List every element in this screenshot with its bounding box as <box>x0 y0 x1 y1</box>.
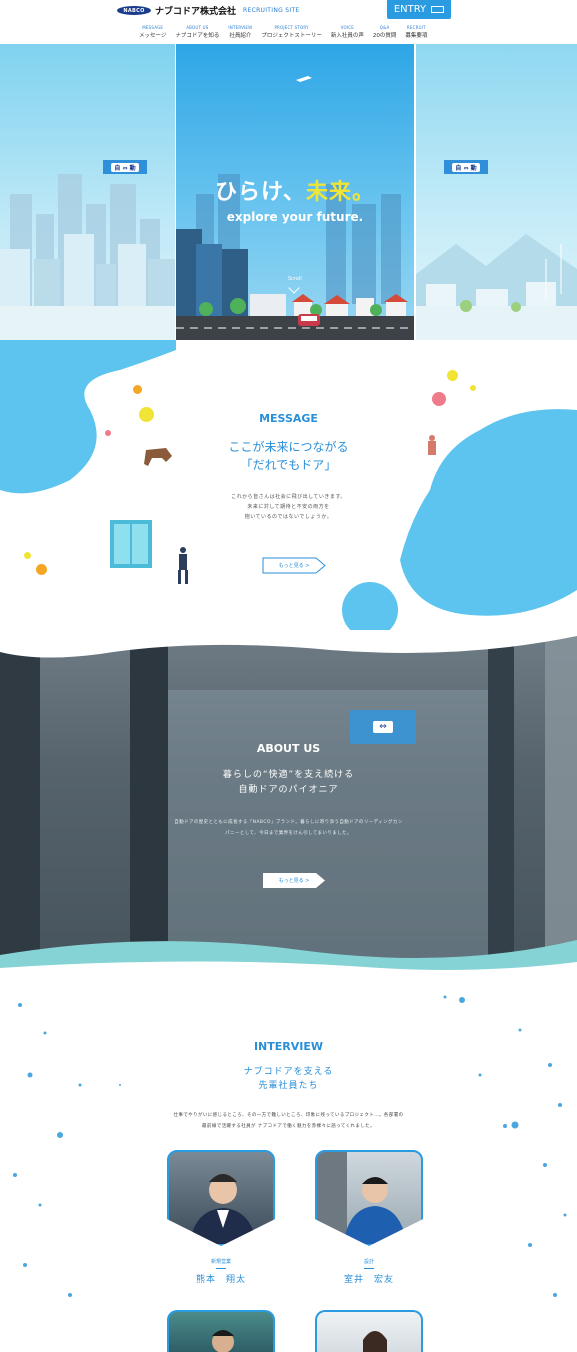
decor-dot <box>470 385 476 391</box>
about-body-line: 自動ドアの歴史とともに成長する「NABCO」ブランド。暮らしに寄り添う自動ドアの… <box>174 820 403 825</box>
entry-label: ENTRY <box>393 4 427 15</box>
nav-en-label: ABOUT US <box>186 25 209 30</box>
interview-body-line: 仕事でやりがいに感じるところ、その一方で難しいところ、印象に残っているプロジェク… <box>173 1113 404 1118</box>
door-sign-left: 自 ⇔ 動 <box>103 160 147 174</box>
divider <box>216 1268 226 1269</box>
decorative-sparkles <box>13 995 567 1297</box>
door-sign-text: 自 ⇔ 動 <box>452 162 480 172</box>
about-catch-line: 自動ドアのパイオニア <box>238 785 339 795</box>
about-catch: 暮らしの“快適”を支え続ける 自動ドアのパイオニア <box>0 768 577 798</box>
interview-catch-line: ナブコドアを支える <box>243 1067 334 1077</box>
entry-button[interactable]: ENTRY <box>387 0 451 19</box>
nav-item-interview[interactable]: INTERVIEW 社員紹介 <box>228 25 252 39</box>
nav-en-label: INTERVIEW <box>228 25 253 30</box>
person-department: 設計 <box>363 1259 374 1265</box>
portrait-photo <box>212 1330 234 1352</box>
nav-item-qa[interactable]: Q&A 20の質問 <box>373 25 397 39</box>
nav-en-label: MESSAGE <box>142 25 164 30</box>
airplane-icon <box>296 76 312 82</box>
nav-jp-label: プロジェクトストーリー <box>261 33 322 39</box>
hero-panel-left: 自 ⇔ 動 <box>0 44 175 340</box>
about-waves <box>0 630 577 975</box>
nav-item-message[interactable]: MESSAGE メッセージ <box>139 25 166 39</box>
nav-en-label: Q&A <box>379 25 390 30</box>
about-body: 自動ドアの歴史とともに成長する「NABCO」ブランド。暮らしに寄り添う自動ドアの… <box>0 817 577 839</box>
nav-jp-label: メッセージ <box>139 33 167 39</box>
interview-card-third[interactable] <box>167 1310 275 1352</box>
hero-section: 自 ⇔ 動 自 ⇔ 動 ひらけ、未来。 explore your future.… <box>0 44 577 340</box>
nav-jp-label: ナブコドアを知る <box>175 33 220 39</box>
city-illustration-left <box>0 174 175 340</box>
nav-en-label: RECRUIT <box>406 25 426 30</box>
decor-dot <box>432 392 446 406</box>
hero-title-accent: 未来。 <box>305 180 375 205</box>
about-heading: ABOUT US <box>256 742 321 755</box>
door-icon <box>431 6 445 13</box>
scroll-label: Scroll <box>288 276 302 282</box>
nav-en-label: PROJECT STORY <box>274 25 309 30</box>
person-name: 熊本 翔太 <box>195 1275 246 1285</box>
nav-item-voice[interactable]: VOICE 新入社員の声 <box>331 25 364 39</box>
decor-dot <box>133 385 142 394</box>
nav-item-about[interactable]: ABOUT US ナブコドアを知る <box>175 25 219 39</box>
message-body: これから皆さんは社会に飛び出していきます。 未来に対して期待と不安の両方を 抱い… <box>0 492 577 522</box>
nav-jp-label: 社員紹介 <box>229 33 252 39</box>
message-catch-line: 「だれでもドア」 <box>240 458 337 472</box>
interview-person-kumamoto: 新規営業 熊本 翔太 <box>167 1258 275 1285</box>
interview-person-muroi: 設計 室井 宏友 <box>315 1258 423 1285</box>
logo-badge: NABCO <box>117 6 151 15</box>
door-sign-text: 自 ⇔ 動 <box>111 162 139 172</box>
more-label: もっと見る > <box>278 878 310 884</box>
site-header: NABCO ナブコドア株式会社 RECRUITING SITE ENTRY ME… <box>0 0 577 44</box>
more-label: もっと見る > <box>278 563 310 569</box>
decor-dot <box>105 430 111 436</box>
hero-subtitle: explore your future. <box>226 210 364 224</box>
portrait-photo <box>363 1331 387 1352</box>
message-body-line: 未来に対して期待と不安の両方を <box>247 504 330 510</box>
message-catch-line: ここが未来につながる <box>228 440 349 454</box>
divider <box>364 1268 374 1269</box>
hero-title-main: ひらけ、 <box>215 180 306 205</box>
city-illustration-right <box>416 234 577 340</box>
nav-item-project-story[interactable]: PROJECT STORY プロジェクトストーリー <box>261 25 322 39</box>
logo-company-name: ナブコドア株式会社 <box>155 7 237 17</box>
message-body-line: これから皆さんは社会に飛び出していきます。 <box>231 494 346 500</box>
interview-catch: ナブコドアを支える 先輩社員たち <box>0 1065 577 1093</box>
interview-body-line: 最前線で活躍する社員が ナブコドアで働く魅力を赤裸々に語ってくれました。 <box>202 1124 375 1129</box>
hero-title: ひらけ、未来。 <box>176 174 414 206</box>
about-section: ⇔ ABOUT US 暮らしの“快適”を支え続ける 自動ドアのパイオニア 自動ド… <box>0 630 577 975</box>
message-catch: ここが未来につながる 「だれでもドア」 <box>0 438 577 474</box>
interview-card-fourth[interactable] <box>315 1310 423 1352</box>
interview-section: INTERVIEW ナブコドアを支える 先輩社員たち 仕事でやりがいに感じるとこ… <box>0 975 577 1352</box>
hero-panel-right: 自 ⇔ 動 <box>416 44 577 340</box>
nav-jp-label: 新入社員の声 <box>330 33 364 39</box>
door-sign-right: 自 ⇔ 動 <box>444 160 488 174</box>
global-nav: MESSAGE メッセージ ABOUT US ナブコドアを知る INTERVIEW 社… <box>139 25 427 39</box>
interview-body: 仕事でやりがいに感じるところ、その一方で難しいところ、印象に残っているプロジェク… <box>0 1110 577 1132</box>
about-catch-line: 暮らしの“快適”を支え続ける <box>222 770 355 780</box>
decorative-blobs <box>0 340 577 630</box>
logo-recruiting-site: RECRUITING SITE <box>243 7 300 14</box>
nav-jp-label: 募集要項 <box>405 33 428 39</box>
interview-catch-line: 先輩社員たち <box>258 1081 319 1091</box>
nav-item-recruit[interactable]: RECRUIT 募集要項 <box>405 25 427 39</box>
person-department: 新規営業 <box>210 1259 231 1265</box>
decor-dot <box>24 552 31 559</box>
nav-en-label: VOICE <box>340 25 354 30</box>
nav-jp-label: 20の質問 <box>372 33 397 39</box>
interview-heading: INTERVIEW <box>253 1040 324 1053</box>
message-more-button[interactable]: もっと見る > <box>262 557 326 574</box>
about-body-line: パニーとして、今日まで業界をけん引してまいりました。 <box>225 831 352 836</box>
message-heading: MESSAGE <box>259 412 318 425</box>
person-name: 室井 宏友 <box>343 1275 394 1285</box>
about-more-button[interactable]: もっと見る > <box>262 872 326 889</box>
decor-dot <box>36 564 47 575</box>
decor-dot <box>447 370 458 381</box>
site-logo[interactable]: NABCO ナブコドア株式会社 RECRUITING SITE <box>117 4 300 17</box>
message-body-line: 抱いているのではないでしょうか。 <box>244 514 333 520</box>
message-section: MESSAGE ここが未来につながる 「だれでもドア」 これから皆さんは社会に飛… <box>0 340 577 630</box>
